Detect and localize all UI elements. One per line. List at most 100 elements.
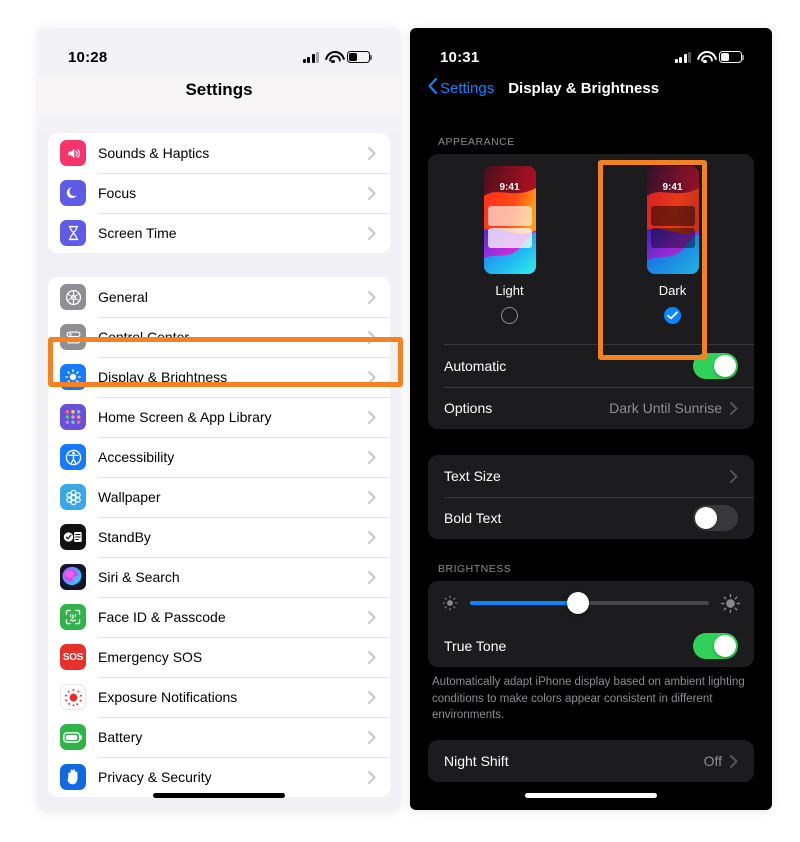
appearance-option-dark[interactable]: 9:41 Dark bbox=[591, 166, 754, 324]
battery-icon bbox=[347, 51, 373, 63]
appearance-option-light[interactable]: 9:41 Light bbox=[428, 166, 591, 324]
brightness-slider-knob[interactable] bbox=[566, 592, 589, 614]
display-brightness-nav-bar: Settings Display & Brightness bbox=[410, 76, 772, 114]
radio-light[interactable] bbox=[501, 307, 518, 324]
accessibility-icon bbox=[60, 444, 86, 470]
settings-row-screen-time[interactable]: Screen Time bbox=[48, 213, 390, 253]
preview-widget bbox=[650, 206, 695, 226]
settings-row-siri-search[interactable]: Siri & Search bbox=[48, 557, 390, 597]
wifi-icon bbox=[325, 51, 341, 63]
page-title: Display & Brightness bbox=[508, 79, 660, 97]
text-size-label: Text Size bbox=[444, 468, 501, 484]
night-shift-row[interactable]: Night Shift Off bbox=[428, 740, 754, 782]
settings-row-label: Emergency SOS bbox=[98, 649, 203, 665]
night-shift-label: Night Shift bbox=[444, 753, 509, 770]
appearance-label-dark: Dark bbox=[658, 283, 687, 298]
chevron-right-icon bbox=[360, 650, 376, 664]
automatic-toggle[interactable] bbox=[693, 353, 738, 379]
settings-row-control-center[interactable]: Control Center bbox=[48, 317, 390, 357]
sliders-icon bbox=[60, 324, 86, 350]
settings-row-accessibility[interactable]: Accessibility bbox=[48, 437, 390, 477]
dark-wallpaper-preview: 9:41 bbox=[646, 166, 699, 274]
chevron-right-icon bbox=[360, 570, 376, 584]
chevron-right-icon bbox=[360, 146, 376, 160]
text-settings-card: Text Size Bold Text bbox=[428, 455, 754, 539]
settings-row-wallpaper[interactable]: Wallpaper bbox=[48, 477, 390, 517]
chevron-left-icon bbox=[428, 77, 440, 98]
chevron-right-icon bbox=[360, 490, 376, 504]
sun-small-icon bbox=[442, 595, 458, 611]
preview-time: 9:41 bbox=[662, 182, 683, 193]
settings-row-label: Exposure Notifications bbox=[98, 689, 238, 705]
preview-widget bbox=[650, 228, 695, 248]
settings-row-exposure-notifications[interactable]: Exposure Notifications bbox=[48, 677, 390, 717]
settings-row-label: StandBy bbox=[98, 529, 151, 545]
light-wallpaper-preview: 9:41 bbox=[483, 166, 536, 274]
chevron-right-icon bbox=[360, 330, 376, 344]
speaker-icon bbox=[60, 140, 86, 166]
page-title: Settings bbox=[185, 80, 253, 99]
gear-icon bbox=[60, 284, 86, 310]
appearance-options: 9:41 Light 9:41 Dark bbox=[428, 154, 754, 328]
home-indicator bbox=[525, 793, 657, 798]
settings-row-sounds-haptics[interactable]: Sounds & Haptics bbox=[48, 133, 390, 173]
status-time: 10:31 bbox=[440, 48, 480, 66]
brightness-slider-row[interactable] bbox=[428, 581, 754, 625]
battery-green-icon bbox=[60, 724, 86, 750]
night-shift-card: Night Shift Off bbox=[428, 740, 754, 783]
flower-icon bbox=[60, 484, 86, 510]
options-value: Dark Until Sunrise bbox=[609, 400, 722, 416]
bold-text-label: Bold Text bbox=[444, 510, 502, 526]
page-root: 10:28 Settings Sounds & Haptics Focus Scre… bbox=[0, 0, 800, 842]
display-brightness-content: APPEARANCE 9:41 Light 9:41 Dark Automati… bbox=[410, 132, 772, 810]
brightness-slider-track[interactable] bbox=[470, 592, 709, 614]
settings-row-display-brightness[interactable]: Display & Brightness bbox=[48, 357, 390, 397]
settings-row-general[interactable]: General bbox=[48, 277, 390, 317]
settings-row-battery[interactable]: Battery bbox=[48, 717, 390, 757]
settings-row-privacy-security[interactable]: Privacy & Security bbox=[48, 757, 390, 797]
settings-row-label: Sounds & Haptics bbox=[98, 145, 210, 161]
options-row[interactable]: Options Dark Until Sunrise bbox=[428, 387, 754, 429]
preview-time: 9:41 bbox=[499, 182, 520, 193]
exposure-icon bbox=[60, 684, 86, 710]
bold-text-toggle[interactable] bbox=[693, 505, 738, 531]
appearance-label-light: Light bbox=[495, 283, 524, 298]
chevron-right-icon bbox=[360, 226, 376, 240]
settings-row-label: Accessibility bbox=[98, 449, 175, 465]
settings-row-home-screen-app-library[interactable]: Home Screen & App Library bbox=[48, 397, 390, 437]
status-bar-right: 10:31 bbox=[410, 28, 772, 76]
settings-row-face-id-passcode[interactable]: Face ID & Passcode bbox=[48, 597, 390, 637]
chevron-right-icon bbox=[360, 370, 376, 384]
true-tone-row[interactable]: True Tone bbox=[428, 625, 754, 667]
settings-list[interactable]: Sounds & Haptics Focus Screen Time General… bbox=[38, 133, 400, 810]
bold-text-row[interactable]: Bold Text bbox=[428, 497, 754, 539]
chevron-right-icon bbox=[360, 690, 376, 704]
true-tone-toggle[interactable] bbox=[693, 633, 738, 659]
appearance-card: 9:41 Light 9:41 Dark Automatic Options D… bbox=[428, 154, 754, 429]
standby-icon bbox=[60, 524, 86, 550]
left-phone-settings-screen: 10:28 Settings Sounds & Haptics Focus Scre… bbox=[38, 28, 400, 810]
text-size-row[interactable]: Text Size bbox=[428, 455, 754, 497]
settings-row-label: Battery bbox=[98, 729, 143, 745]
chevron-right-icon bbox=[360, 186, 376, 200]
settings-row-label: Control Center bbox=[98, 329, 190, 345]
status-bar-left: 10:28 bbox=[38, 28, 400, 76]
cellular-bars-icon bbox=[302, 51, 319, 63]
radio-dark[interactable] bbox=[664, 307, 681, 324]
settings-row-standby[interactable]: StandBy bbox=[48, 517, 390, 557]
automatic-row[interactable]: Automatic bbox=[428, 345, 754, 387]
settings-row-label: Focus bbox=[98, 185, 137, 201]
automatic-label: Automatic bbox=[444, 358, 507, 374]
settings-row-emergency-sos[interactable]: SOS Emergency SOS bbox=[48, 637, 390, 677]
chevron-right-icon bbox=[360, 770, 376, 784]
hand-icon bbox=[60, 764, 86, 790]
moon-icon bbox=[60, 180, 86, 206]
settings-row-focus[interactable]: Focus bbox=[48, 173, 390, 213]
settings-nav-bar: Settings bbox=[38, 76, 400, 114]
brightness-section-header: BRIGHTNESS bbox=[438, 563, 512, 575]
settings-row-label: Screen Time bbox=[98, 225, 177, 241]
app-grid-icon bbox=[60, 404, 86, 430]
back-button-settings[interactable]: Settings bbox=[428, 77, 494, 98]
home-indicator bbox=[153, 793, 285, 798]
battery-icon bbox=[719, 51, 745, 63]
